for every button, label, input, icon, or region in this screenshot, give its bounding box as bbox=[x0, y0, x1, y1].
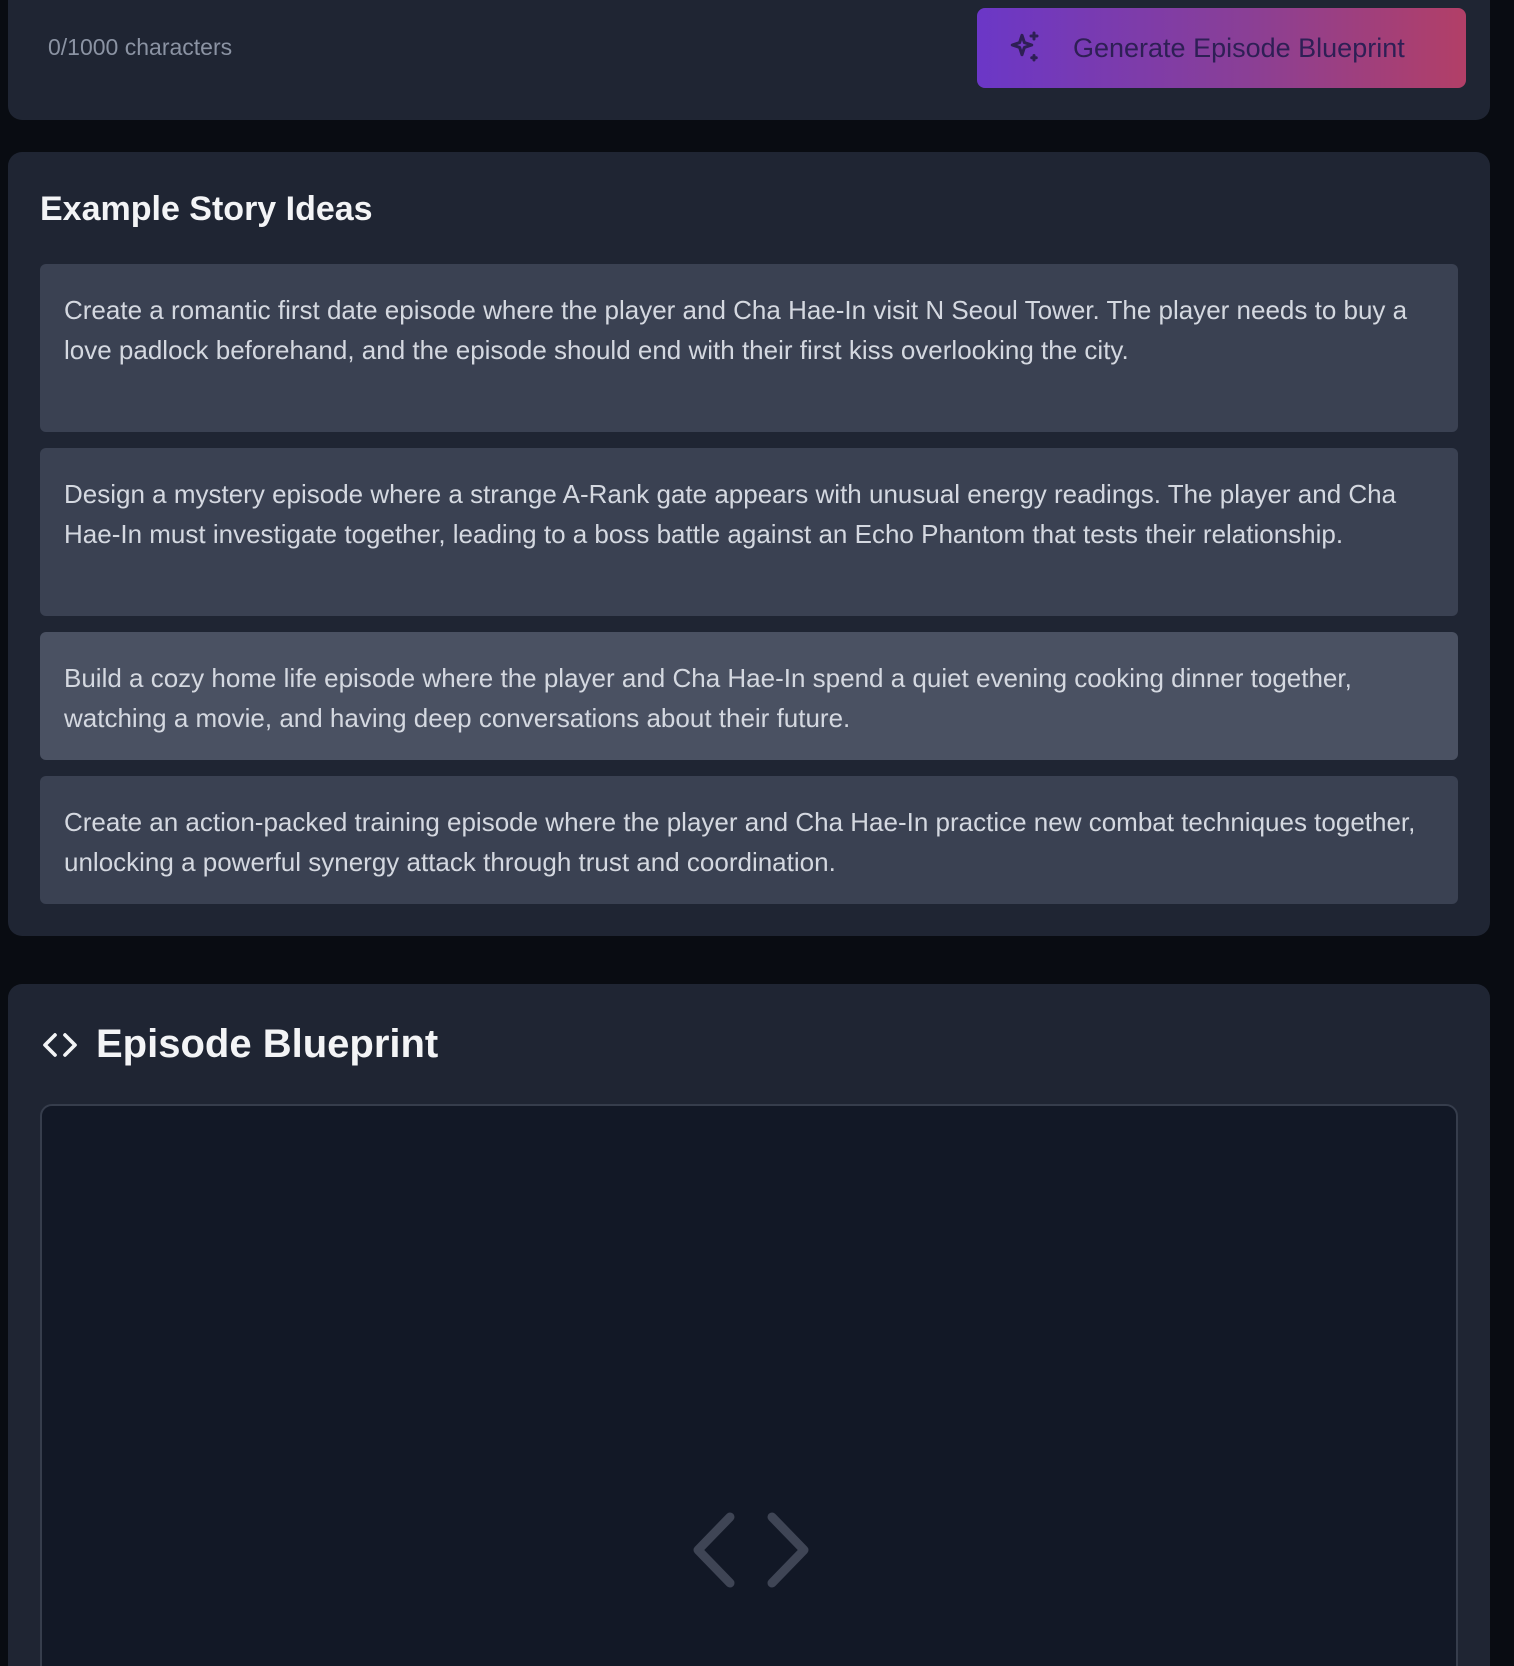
sparkles-icon bbox=[1007, 30, 1043, 66]
example-idea-item[interactable]: Build a cozy home life episode where the… bbox=[40, 632, 1458, 760]
example-idea-item[interactable]: Create an action-packed training episode… bbox=[40, 776, 1458, 904]
example-idea-item[interactable]: Create a romantic first date episode whe… bbox=[40, 264, 1458, 432]
example-idea-item[interactable]: Design a mystery episode where a strange… bbox=[40, 448, 1458, 616]
example-ideas-title: Example Story Ideas bbox=[40, 190, 373, 228]
generate-button-label: Generate Episode Blueprint bbox=[1073, 32, 1405, 63]
character-count: 0/1000 characters bbox=[48, 34, 233, 60]
code-placeholder-icon bbox=[692, 1512, 810, 1588]
story-input-card: 0/1000 characters Generate Episode Bluep… bbox=[8, 0, 1490, 120]
blueprint-title: Episode Blueprint bbox=[96, 1022, 439, 1066]
generate-episode-button[interactable]: Generate Episode Blueprint bbox=[977, 8, 1466, 88]
blueprint-output-area bbox=[40, 1104, 1458, 1666]
code-icon bbox=[40, 1025, 80, 1065]
blueprint-header: Episode Blueprint bbox=[40, 1022, 438, 1067]
episode-blueprint-card: Episode Blueprint bbox=[8, 984, 1490, 1666]
episode-generator-page: 0/1000 characters Generate Episode Bluep… bbox=[0, 0, 1514, 1666]
example-ideas-card: Example Story Ideas Create a romantic fi… bbox=[8, 152, 1490, 936]
